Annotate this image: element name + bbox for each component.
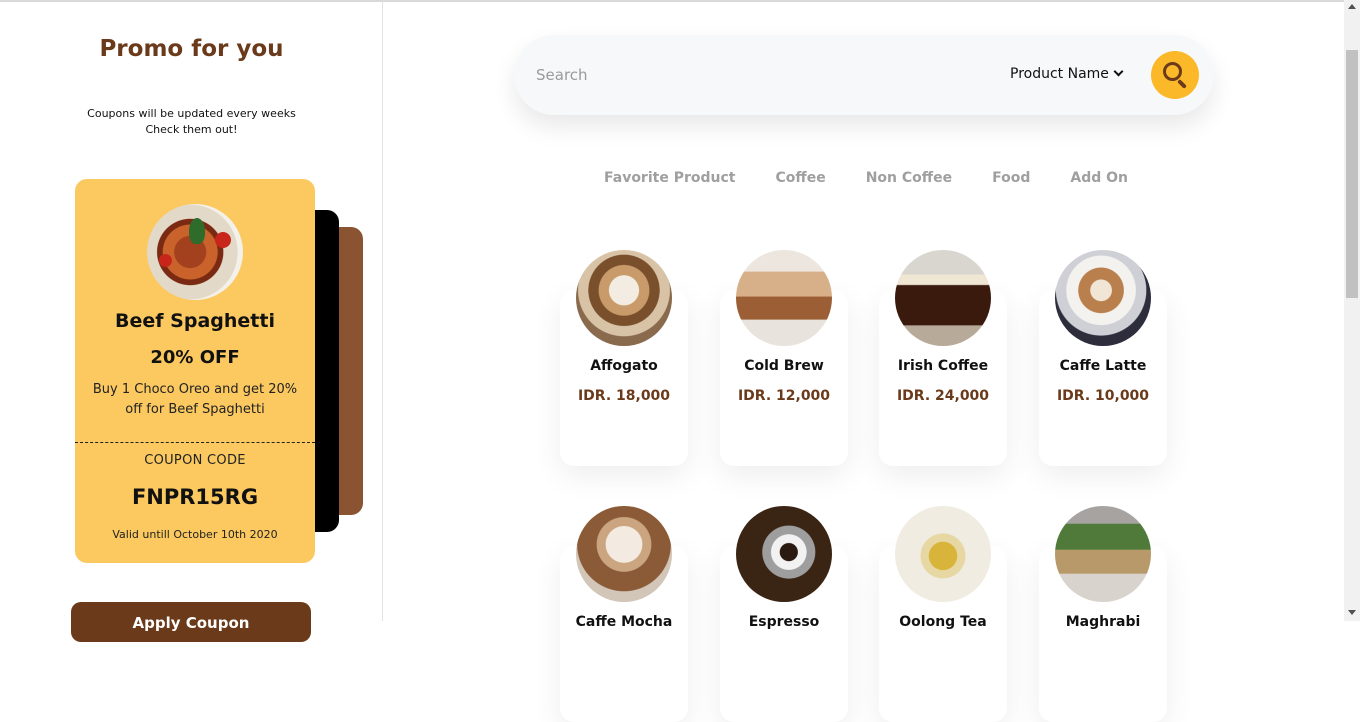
category-tabs: Favorite Product Coffee Non Coffee Food … xyxy=(604,170,1168,190)
tab-coffee[interactable]: Coffee xyxy=(775,170,825,190)
coupon-code: FNPR15RG xyxy=(131,485,259,509)
espresso-image xyxy=(736,506,832,602)
promo-subtitle-line1: Coupons will be updated every weeks xyxy=(87,107,296,120)
tab-food[interactable]: Food xyxy=(992,170,1030,190)
product-name: Caffe Latte xyxy=(1059,358,1147,374)
product-main: Product Name Favorite Product Coffee Non… xyxy=(384,2,1344,722)
search-icon xyxy=(1163,62,1182,81)
caffe-latte-image xyxy=(1055,250,1151,346)
product-name: Maghrabi xyxy=(1065,614,1141,630)
search-input[interactable] xyxy=(536,64,936,86)
product-price: IDR. 24,000 xyxy=(896,388,990,404)
beef-spaghetti-image xyxy=(147,204,243,300)
product-name: Irish Coffee xyxy=(897,358,989,374)
tab-non-coffee[interactable]: Non Coffee xyxy=(866,170,952,190)
coupon-description: Buy 1 Choco Oreo and get 20% off for Bee… xyxy=(92,382,298,417)
coupon-divider xyxy=(75,442,315,443)
product-price: IDR. 10,000 xyxy=(1056,388,1150,404)
filter-label: Product Name xyxy=(1010,66,1109,82)
search-button[interactable] xyxy=(1151,51,1199,99)
page-scrollbar[interactable] xyxy=(1344,0,1360,621)
coupon-code-label: COUPON CODE xyxy=(144,453,246,468)
promo-subtitle: Coupons will be updated every weeks Chec… xyxy=(0,106,383,138)
product-name: Oolong Tea xyxy=(899,614,987,630)
chevron-down-icon xyxy=(1113,66,1124,77)
product-name: Affogato xyxy=(590,358,658,374)
promo-title: Promo for you xyxy=(99,36,284,62)
product-name: Cold Brew xyxy=(744,358,824,374)
caffe-mocha-image xyxy=(576,506,672,602)
maghrabi-image xyxy=(1055,506,1151,602)
coupon-card[interactable]: Beef Spaghetti 20% OFF Buy 1 Choco Oreo … xyxy=(75,179,315,563)
scroll-down-icon[interactable] xyxy=(1348,610,1356,615)
scroll-up-icon[interactable] xyxy=(1348,4,1356,9)
tab-add-on[interactable]: Add On xyxy=(1070,170,1128,190)
coupon-discount: 20% OFF xyxy=(150,347,240,368)
product-price: IDR. 12,000 xyxy=(737,388,831,404)
scrollbar-thumb[interactable] xyxy=(1346,50,1358,298)
search-bar: Product Name xyxy=(514,35,1214,115)
product-price: IDR. 18,000 xyxy=(577,388,671,404)
promo-sidebar: Promo for you Coupons will be updated ev… xyxy=(0,2,383,642)
product-name: Caffe Mocha xyxy=(575,614,673,630)
apply-coupon-button[interactable]: Apply Coupon xyxy=(71,602,311,642)
cold-brew-image xyxy=(736,250,832,346)
product-name: Espresso xyxy=(748,614,820,630)
oolong-tea-image xyxy=(895,506,991,602)
irish-coffee-image xyxy=(895,250,991,346)
affogato-image xyxy=(576,250,672,346)
filter-dropdown[interactable]: Product Name xyxy=(1010,66,1124,82)
promo-subtitle-line2: Check them out! xyxy=(145,123,238,136)
tab-favorite-product[interactable]: Favorite Product xyxy=(604,170,735,190)
coupon-product-name: Beef Spaghetti xyxy=(115,310,275,332)
coupon-validity: Valid untill October 10th 2020 xyxy=(112,528,278,541)
